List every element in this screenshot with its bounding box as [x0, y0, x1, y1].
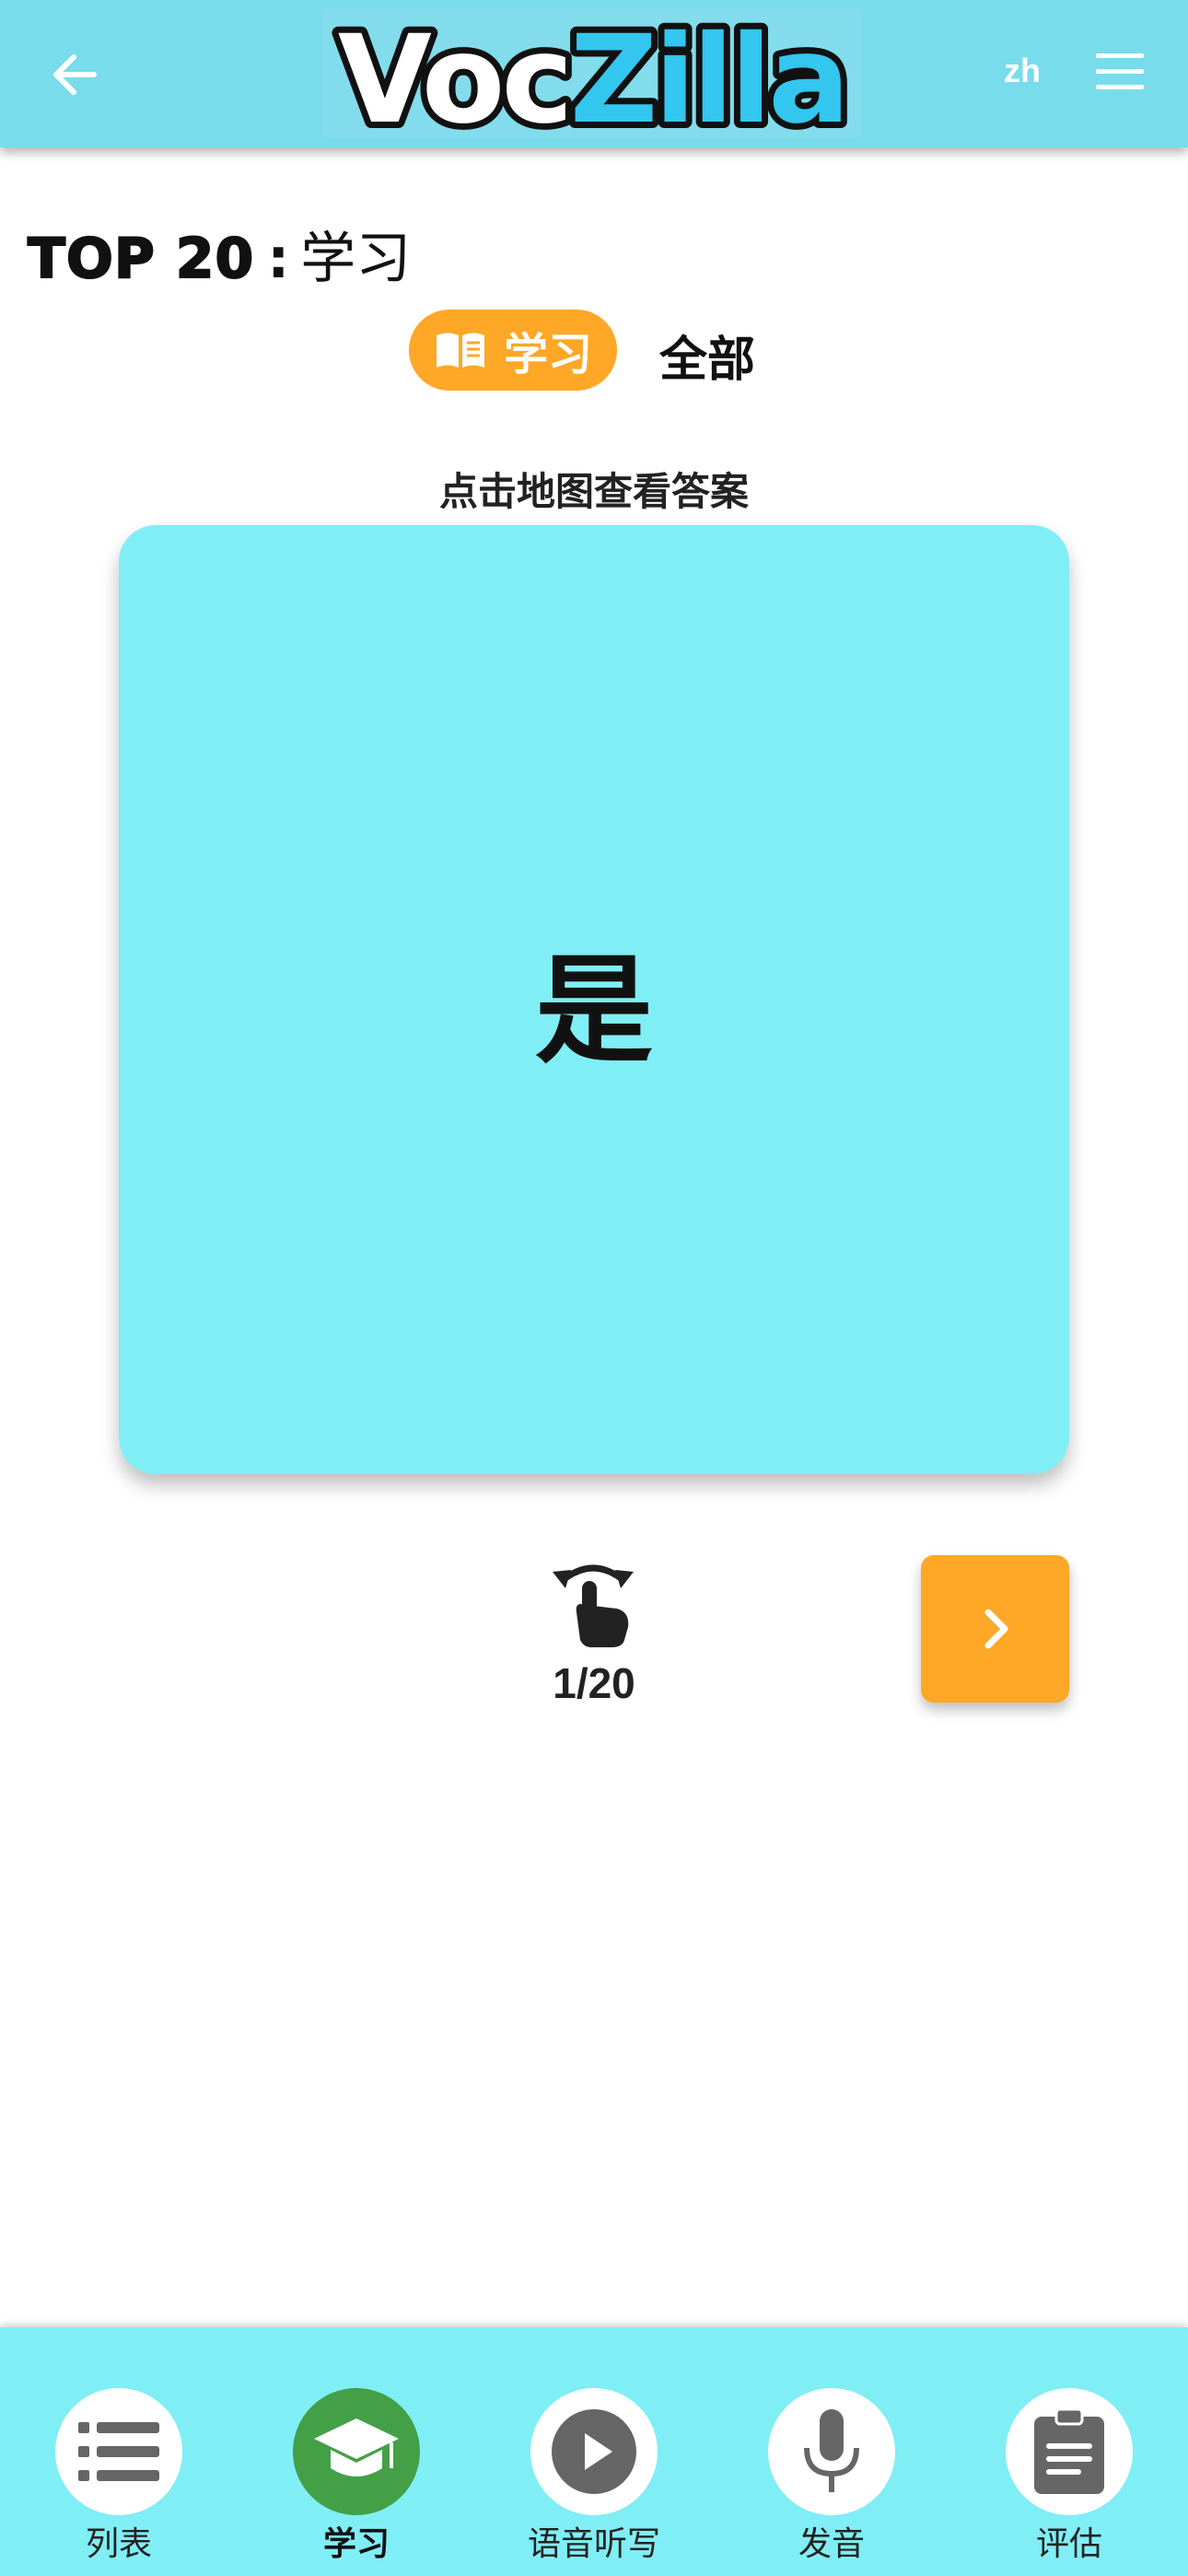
hamburger-menu-icon [1096, 53, 1153, 89]
mode-learn-label: 学习 [503, 329, 592, 381]
mode-learn-button[interactable]: 学习 [409, 310, 617, 391]
page-title-prefix: TOP 20 [27, 226, 255, 292]
page-title-separator: : [267, 227, 290, 291]
page-title: TOP 20: 学习 [27, 214, 412, 294]
graduation-cap-icon [293, 2388, 420, 2515]
next-card-button[interactable] [921, 1555, 1069, 1703]
flashcard[interactable]: 是 [119, 525, 1069, 1474]
nav-item-list[interactable]: 列表 [0, 2327, 238, 2576]
nav-label-assessment: 评估 [1035, 2525, 1102, 2563]
microphone-icon [768, 2388, 895, 2515]
nav-label-learn: 学习 [322, 2525, 390, 2563]
nav-item-assessment[interactable]: 评估 [950, 2327, 1188, 2576]
page-title-mode: 学习 [300, 227, 412, 291]
flashcard-hint: 点击地图查看答案 [438, 469, 749, 514]
voczilla-logo: VocZilla [322, 9, 862, 138]
play-icon [530, 2388, 658, 2515]
nav-label-pronunciation: 发音 [798, 2525, 865, 2563]
book-icon [436, 333, 484, 368]
logo-voc: Voc [338, 9, 570, 138]
nav-label-dictation: 语音听写 [527, 2525, 660, 2563]
mode-all-button[interactable]: 全部 [659, 321, 755, 390]
chevron-right-icon [984, 1609, 1007, 1649]
svg-text:VocZilla: VocZilla [338, 9, 846, 138]
flashcard-word: 是 [534, 942, 653, 1080]
bottom-navigation: 列表 学习 语音听写 发音 评估 [0, 2327, 1188, 2576]
clipboard-icon [1006, 2388, 1133, 2515]
nav-item-pronunciation[interactable]: 发音 [713, 2327, 950, 2576]
list-icon [55, 2388, 182, 2515]
tap-flip-icon[interactable] [549, 1557, 637, 1649]
nav-item-dictation[interactable]: 语音听写 [475, 2327, 713, 2576]
top-app-bar: VocZilla zh [0, 0, 1188, 147]
logo-zilla: Zilla [570, 9, 847, 138]
back-button[interactable] [46, 46, 103, 103]
nav-label-list: 列表 [85, 2525, 152, 2563]
arrow-left-icon [53, 54, 97, 95]
nav-item-learn[interactable]: 学习 [238, 2327, 475, 2576]
language-switch[interactable]: zh [1004, 52, 1041, 90]
menu-button[interactable] [1096, 53, 1153, 96]
